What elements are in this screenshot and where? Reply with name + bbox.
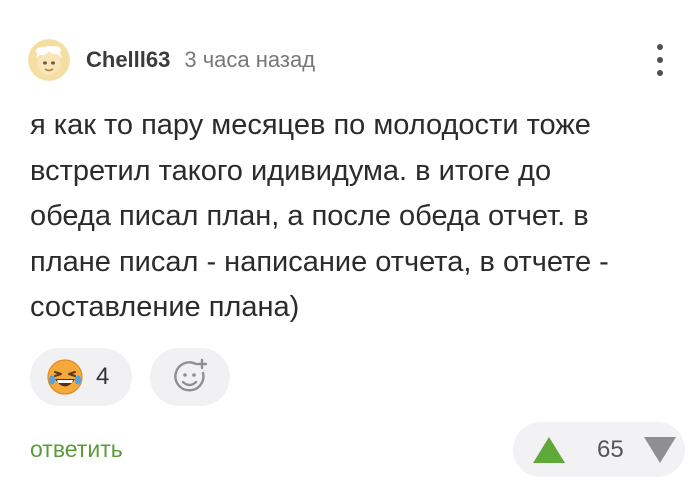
laughing-emoji-icon: [47, 359, 83, 395]
add-reaction-icon: [174, 358, 208, 392]
comment-text: я как то пару месяцев по молодости тоже …: [30, 109, 609, 323]
author-name[interactable]: Chelll63: [86, 47, 170, 73]
more-dot-icon: [657, 57, 663, 63]
vote-panel: 65: [513, 422, 685, 477]
avatar[interactable]: [28, 39, 70, 81]
rating-score: 65: [597, 435, 624, 463]
upvote-arrow-icon[interactable]: [531, 435, 567, 465]
comment-timestamp: 3 часа назад: [184, 47, 316, 72]
reply-button[interactable]: ответить: [30, 436, 123, 463]
more-options-button[interactable]: [646, 40, 674, 80]
more-dot-icon: [657, 70, 663, 76]
downvote-arrow-icon[interactable]: [642, 435, 678, 465]
user-avatar-icon: [28, 39, 70, 81]
reaction-laugh-button[interactable]: 4: [30, 348, 132, 406]
more-dot-icon: [657, 44, 663, 50]
reaction-count: 4: [96, 363, 110, 390]
comment-header: Chelll63 3 часа назад: [28, 38, 315, 82]
add-reaction-button[interactable]: [150, 348, 230, 406]
